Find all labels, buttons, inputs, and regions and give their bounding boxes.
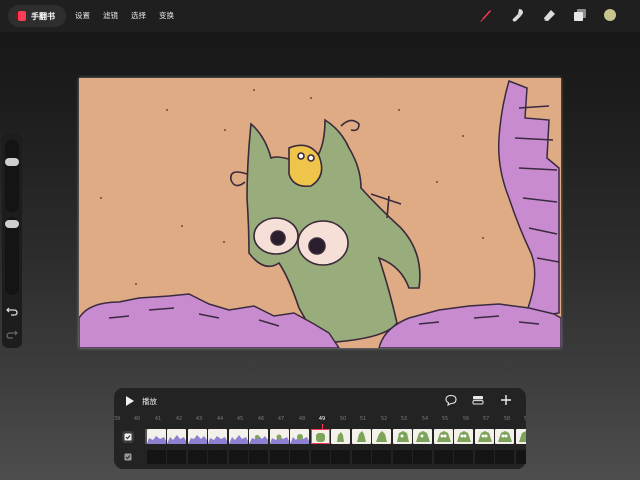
menu-settings[interactable]: 设置 <box>75 10 90 21</box>
frame-thumbnail[interactable] <box>352 429 371 444</box>
current-frame-thumbnail[interactable] <box>311 429 330 444</box>
empty-frame-cell[interactable] <box>249 450 268 464</box>
frame-thumbnail[interactable] <box>434 429 453 444</box>
smudge-icon[interactable] <box>510 7 526 23</box>
empty-frame-cell[interactable] <box>290 450 309 464</box>
frame-number: 45 <box>236 416 244 422</box>
empty-frame-cell[interactable] <box>372 450 391 464</box>
frame-thumbnail[interactable] <box>495 429 514 444</box>
empty-frame-cell[interactable] <box>413 450 432 464</box>
frame-thumbnail[interactable] <box>372 429 391 444</box>
frame-thumbnail[interactable] <box>167 429 186 444</box>
color-picker-swatch[interactable] <box>604 9 616 21</box>
empty-frame-cell[interactable] <box>188 450 207 464</box>
frame-thumbnail[interactable] <box>331 429 350 444</box>
frame-thumbnail[interactable] <box>454 429 473 444</box>
frame-number: 53 <box>400 416 408 422</box>
layers-icon[interactable] <box>572 7 588 23</box>
frame-number-ruler: 39 40 41 42 43 44 45 46 47 48 49 50 51 5… <box>114 416 526 424</box>
empty-frame-cell[interactable] <box>393 450 412 464</box>
frame-number: 54 <box>421 416 429 422</box>
empty-frame-cell[interactable] <box>229 450 248 464</box>
empty-frame-cell[interactable] <box>208 450 227 464</box>
top-bar: 手翻书 设置 滤镜 选择 变换 <box>0 0 640 32</box>
empty-frame-cell[interactable] <box>331 450 350 464</box>
add-frame-icon[interactable] <box>500 394 512 406</box>
frame-number: 44 <box>216 416 224 422</box>
background-frame-row <box>145 450 526 464</box>
frame-number: 52 <box>380 416 388 422</box>
frame-thumbnail[interactable] <box>413 429 432 444</box>
frame-number: 47 <box>277 416 285 422</box>
empty-frame-cell[interactable] <box>311 450 330 464</box>
gallery-label: 手翻书 <box>31 11 55 21</box>
frame-number: 55 <box>441 416 449 422</box>
opacity-handle[interactable] <box>5 220 19 228</box>
frame-number: 59 <box>523 416 526 422</box>
frame-number: 58 <box>503 416 511 422</box>
frame-thumbnail[interactable] <box>147 429 166 444</box>
frame-thumbnail[interactable] <box>229 429 248 444</box>
empty-frame-cell[interactable] <box>352 450 371 464</box>
undo-icon[interactable] <box>6 305 18 317</box>
frame-number: 57 <box>482 416 490 422</box>
empty-frame-cell[interactable] <box>270 450 289 464</box>
frame-number: 46 <box>257 416 265 422</box>
main-menu: 设置 滤镜 选择 变换 <box>75 10 174 21</box>
frame-number: 50 <box>339 416 347 422</box>
brush-icon[interactable] <box>478 7 494 23</box>
empty-frame-cell[interactable] <box>475 450 494 464</box>
frame-thumbnail[interactable] <box>475 429 494 444</box>
play-label[interactable]: 播放 <box>142 396 157 407</box>
frame-number: 42 <box>175 416 183 422</box>
layer-row-marker <box>145 429 147 444</box>
flipbook-icon <box>15 11 27 21</box>
frame-thumbnail[interactable] <box>393 429 412 444</box>
frame-number: 40 <box>133 416 141 422</box>
frame-thumbnail[interactable] <box>290 429 309 444</box>
frame-number: 39 <box>114 416 121 422</box>
frame-thumbnail[interactable] <box>270 429 289 444</box>
opacity-slider[interactable] <box>5 217 19 295</box>
empty-frame-cell[interactable] <box>454 450 473 464</box>
onion-skin-icon[interactable] <box>445 394 457 406</box>
frame-thumbnail[interactable] <box>188 429 207 444</box>
menu-selection[interactable]: 选择 <box>131 10 146 21</box>
frame-number: 43 <box>195 416 203 422</box>
empty-frame-cell[interactable] <box>434 450 453 464</box>
empty-frame-cell[interactable] <box>147 450 166 464</box>
frame-thumbnails <box>145 429 526 445</box>
brush-size-slider[interactable] <box>5 140 19 212</box>
animation-timeline: 播放 39 40 41 42 43 44 45 46 47 48 49 50 5… <box>114 388 526 469</box>
eraser-icon[interactable] <box>541 7 557 23</box>
frame-thumbnail[interactable] <box>516 429 526 444</box>
menu-transform[interactable]: 变换 <box>159 10 174 21</box>
tool-group <box>478 7 618 25</box>
frame-number: 41 <box>154 416 162 422</box>
background-visibility-checkbox[interactable] <box>122 451 134 463</box>
redo-icon[interactable] <box>6 328 18 340</box>
empty-frame-cell[interactable] <box>167 450 186 464</box>
empty-frame-cell[interactable] <box>495 450 514 464</box>
frame-options-icon[interactable] <box>472 394 484 406</box>
frame-number: 48 <box>298 416 306 422</box>
menu-adjustments[interactable]: 滤镜 <box>103 10 118 21</box>
frame-thumbnail[interactable] <box>249 429 268 444</box>
brush-size-handle[interactable] <box>5 158 19 166</box>
canvas-artwork <box>79 78 561 348</box>
frame-number: 51 <box>359 416 367 422</box>
layer-visibility-checkbox[interactable] <box>122 431 134 443</box>
frame-number: 56 <box>462 416 470 422</box>
sidebar <box>2 133 22 348</box>
empty-frame-cell[interactable] <box>516 450 526 464</box>
play-icon[interactable] <box>125 395 135 407</box>
drawing-canvas[interactable] <box>79 78 561 348</box>
current-frame-number: 49 <box>318 416 326 422</box>
gallery-button[interactable]: 手翻书 <box>8 5 66 27</box>
frame-thumbnail[interactable] <box>208 429 227 444</box>
